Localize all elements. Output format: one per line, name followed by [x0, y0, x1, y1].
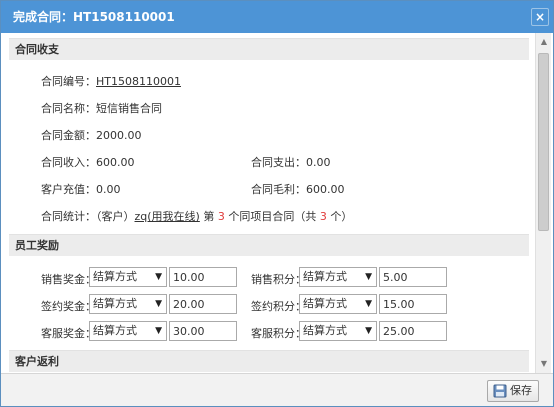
service-bonus-method-value: 结算方式	[93, 324, 137, 337]
service-points-method-value: 结算方式	[303, 324, 347, 337]
contract-stats-nth: 3	[217, 210, 225, 223]
signing-points-method-value: 结算方式	[303, 297, 347, 310]
chevron-down-icon: ▼	[365, 299, 372, 309]
section-header-rebate: 客户返利	[9, 350, 529, 372]
sales-bonus-method-select[interactable]: 结算方式 ▼	[89, 267, 167, 287]
dialog-content: 合同收支 合同编号：HT1508110001 合同名称：短信销售合同 合同金额：…	[9, 33, 531, 373]
sales-bonus-method-value: 结算方式	[93, 270, 137, 283]
contract-expense-label: 合同支出：	[251, 156, 306, 169]
contract-stats-prefix: （客户）	[96, 210, 135, 223]
contract-number-row: 合同编号：HT1508110001	[41, 73, 181, 89]
signing-points-label: 签约积分：	[251, 300, 306, 313]
signing-bonus-method-select[interactable]: 结算方式 ▼	[89, 294, 167, 314]
scroll-thumb[interactable]	[538, 53, 549, 231]
contract-amount-label: 合同金额：	[41, 129, 96, 142]
contract-stats-mid2: 个同项目合同（共	[224, 210, 320, 223]
save-button-label: 保存	[510, 384, 532, 397]
section-header-reward: 员工奖励	[9, 234, 529, 256]
contract-income-label: 合同收入：	[41, 156, 96, 169]
chevron-down-icon: ▼	[155, 326, 162, 336]
scroll-down-icon[interactable]: ▼	[539, 359, 549, 369]
contract-name-value: 短信销售合同	[96, 102, 162, 115]
customer-link[interactable]: zq(用我在线)	[135, 210, 200, 223]
dialog-title: 完成合同：HT1508110001	[13, 10, 175, 24]
sales-bonus-input[interactable]	[169, 267, 237, 287]
contract-income-value: 600.00	[96, 156, 135, 169]
content-scrollbar[interactable]: ▲ ▼	[535, 33, 551, 373]
sales-points-label: 销售积分：	[251, 273, 306, 286]
complete-contract-dialog: 完成合同：HT1508110001 × 合同收支 合同编号：HT15081100…	[0, 0, 554, 407]
save-button[interactable]: 保存	[487, 380, 539, 402]
contract-expense-value: 0.00	[306, 156, 331, 169]
contract-stats-total: 3	[319, 210, 327, 223]
section-header-contract: 合同收支	[9, 38, 529, 60]
sales-bonus-label: 销售奖金：	[41, 273, 96, 286]
chevron-down-icon: ▼	[365, 326, 372, 336]
service-bonus-method-select[interactable]: 结算方式 ▼	[89, 321, 167, 341]
service-points-input[interactable]	[379, 321, 447, 341]
sales-points-method-value: 结算方式	[303, 270, 347, 283]
signing-bonus-label: 签约奖金：	[41, 300, 96, 313]
signing-bonus-input[interactable]	[169, 294, 237, 314]
signing-bonus-method-value: 结算方式	[93, 297, 137, 310]
sales-points-method-select[interactable]: 结算方式 ▼	[299, 267, 377, 287]
contract-income-row: 合同收入：600.00	[41, 154, 135, 170]
contract-profit-row: 合同毛利：600.00	[251, 181, 345, 197]
save-icon	[493, 384, 507, 398]
contract-name-label: 合同名称：	[41, 102, 96, 115]
contract-stats-label: 合同统计：	[41, 210, 96, 223]
customer-recharge-row: 客户充值：0.00	[41, 181, 121, 197]
close-button[interactable]: ×	[531, 8, 549, 26]
contract-amount-row: 合同金额：2000.00	[41, 127, 142, 143]
dialog-titlebar: 完成合同：HT1508110001 ×	[1, 1, 553, 33]
chevron-down-icon: ▼	[365, 272, 372, 282]
contract-name-row: 合同名称：短信销售合同	[41, 100, 162, 116]
contract-amount-value: 2000.00	[96, 129, 142, 142]
signing-points-input[interactable]	[379, 294, 447, 314]
scroll-up-icon[interactable]: ▲	[539, 37, 549, 47]
service-bonus-input[interactable]	[169, 321, 237, 341]
sales-points-input[interactable]	[379, 267, 447, 287]
close-icon: ×	[534, 10, 546, 24]
signing-points-method-select[interactable]: 结算方式 ▼	[299, 294, 377, 314]
contract-profit-value: 600.00	[306, 183, 345, 196]
chevron-down-icon: ▼	[155, 299, 162, 309]
service-points-method-select[interactable]: 结算方式 ▼	[299, 321, 377, 341]
contract-stats-suffix: 个）	[326, 210, 353, 223]
contract-number-label: 合同编号：	[41, 75, 96, 88]
chevron-down-icon: ▼	[155, 272, 162, 282]
contract-stats-mid1: 第	[199, 210, 218, 223]
contract-profit-label: 合同毛利：	[251, 183, 306, 196]
contract-expense-row: 合同支出：0.00	[251, 154, 331, 170]
contract-number-link[interactable]: HT1508110001	[96, 75, 181, 88]
contract-stats-row: 合同统计：（客户）zq(用我在线) 第 3 个同项目合同（共 3 个）	[41, 208, 352, 224]
dialog-footer: 保存	[1, 373, 553, 406]
customer-recharge-value: 0.00	[96, 183, 121, 196]
service-bonus-label: 客服奖金：	[41, 327, 96, 340]
customer-recharge-label: 客户充值：	[41, 183, 96, 196]
service-points-label: 客服积分：	[251, 327, 306, 340]
